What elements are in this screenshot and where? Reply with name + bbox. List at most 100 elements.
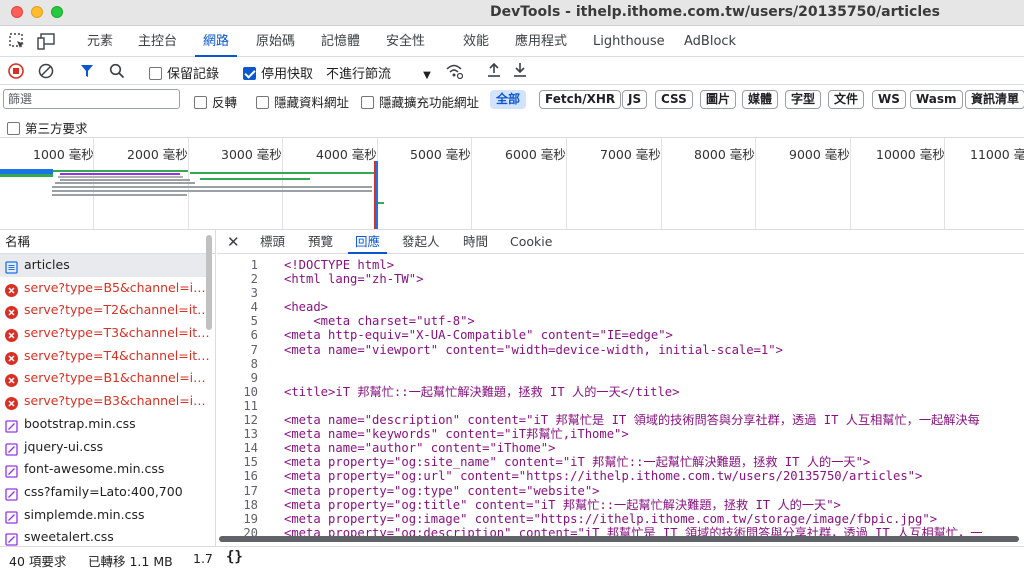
line-number: 2 [250,272,258,287]
response-code-view[interactable]: 1 <!DOCTYPE html> 2 <html lang="zh-TW"> 3 4 <h… [217,258,1024,536]
request-name: serve?type=T3&channel=itho… [24,325,210,341]
window-title: DevTools - ithelp.ithome.com.tw/users/20… [490,4,940,20]
tab-timing[interactable]: 時間 [463,230,488,254]
hide-data-urls-label: 隱藏資料網址 [274,95,350,110]
clear-icon[interactable] [38,63,54,82]
hide-extension-urls-box[interactable] [361,96,374,109]
line-number: 8 [250,356,258,371]
hide-data-urls-box[interactable] [256,96,269,109]
code-horizontal-scrollbar[interactable] [217,535,1024,543]
filter-type-media[interactable]: 媒體 [742,90,779,109]
tab-network[interactable]: 網路 [195,26,238,57]
code-line: 3 [217,286,1024,300]
hide-data-urls-checkbox[interactable]: 隱藏資料網址 [256,92,349,111]
throttle-select[interactable]: 不進行節流 ▼ [326,63,431,82]
request-row[interactable]: serve?type=T4&channel=itho… [0,345,210,368]
code-line: 16 <meta property="og:url" content="https… [217,469,1024,483]
disable-cache-checkbox[interactable]: 停用快取 [243,63,313,82]
tab-cookies[interactable]: Cookie [510,230,552,254]
request-list-scrollbar[interactable] [206,235,212,330]
filter-type-font[interactable]: 字型 [785,90,822,109]
tab-elements[interactable]: 元素 [87,26,113,57]
request-row[interactable]: font-awesome.min.css [0,458,210,481]
filter-type-manifest[interactable]: 資訊清單 [965,90,1024,109]
tab-sources[interactable]: 原始碼 [256,26,295,57]
line-text: <meta property="og:title" content="iT 邦幫… [284,497,841,512]
line-text: <meta name="author" content="iThome"> [284,441,556,456]
code-scroll-thumb[interactable] [219,536,1019,542]
timeline-bar [60,179,190,181]
record-stop-icon[interactable] [8,63,24,82]
request-row[interactable]: serve?type=B1&channel=itho… [0,367,210,390]
tab-response[interactable]: 回應 [348,230,388,254]
tab-adblock[interactable]: AdBlock [684,26,736,57]
line-text: <!DOCTYPE html> [284,258,395,272]
stylesheet-icon [5,509,18,524]
timeline-tick-label: 2000 毫秒 [127,147,188,162]
request-row[interactable]: articles [0,254,210,277]
timeline-overview[interactable]: 1000 毫秒 2000 毫秒 3000 毫秒 4000 毫秒 5000 毫秒 … [0,138,1024,230]
request-row[interactable]: sweetalert.css [0,526,210,546]
filter-type-wasm[interactable]: Wasm [910,90,963,109]
network-conditions-icon[interactable] [445,63,464,82]
filter-type-js[interactable]: JS [622,90,648,109]
invert-checkbox[interactable]: 反轉 [194,92,237,111]
disable-cache-box[interactable] [243,67,256,80]
tab-lighthouse[interactable]: Lighthouse [593,26,665,57]
dom-content-loaded-line [376,161,378,229]
tab-preview[interactable]: 預覽 [308,230,333,254]
request-row[interactable]: simplemde.min.css [0,504,210,527]
search-icon[interactable] [109,63,125,82]
request-name: font-awesome.min.css [24,461,165,477]
request-row[interactable]: css?family=Lato:400,700 [0,481,210,504]
filter-type-css[interactable]: CSS [655,90,693,109]
tab-application[interactable]: 應用程式 [515,26,567,57]
pretty-print-button[interactable]: {} [226,549,243,565]
filter-type-fetch-xhr[interactable]: Fetch/XHR [539,90,622,109]
window-title-bar: DevTools - ithelp.ithome.com.tw/users/20… [0,0,1024,26]
invert-label: 反轉 [212,95,238,110]
filter-type-doc[interactable]: 文件 [828,90,865,109]
zoom-window-button[interactable] [51,6,63,18]
tab-security[interactable]: 安全性 [386,26,425,57]
minimize-window-button[interactable] [31,6,43,18]
tab-console[interactable]: 主控台 [138,26,177,57]
filter-type-ws[interactable]: WS [872,90,906,109]
code-line: 2 <html lang="zh-TW"> [217,272,1024,286]
filter-type-img[interactable]: 圖片 [700,90,737,109]
request-row[interactable]: bootstrap.min.css [0,413,210,436]
request-list-header[interactable]: 名稱 [0,230,215,254]
tab-initiator[interactable]: 發起人 [402,230,440,254]
inspect-element-icon[interactable] [9,33,26,53]
line-text: <meta property="og:url" content="https:/… [284,469,923,484]
tab-performance[interactable]: 效能 [463,26,489,57]
close-detail-icon[interactable]: ✕ [227,233,240,251]
upload-icon[interactable] [487,62,501,81]
stylesheet-icon [5,418,18,433]
code-line: 4 <head> [217,300,1024,314]
invert-box[interactable] [194,96,207,109]
request-row[interactable]: serve?type=T3&channel=itho… [0,322,210,345]
close-window-button[interactable] [11,6,23,18]
line-text: <meta property="og:image" content="https… [284,511,938,526]
timeline-bar [200,178,310,180]
tab-headers[interactable]: 標頭 [260,230,285,254]
tab-memory[interactable]: 記憶體 [321,26,360,57]
third-party-checkbox[interactable]: 第三方要求 [7,118,88,137]
request-row[interactable]: serve?type=B5&channel=itho… [0,277,210,300]
filter-type-all[interactable]: 全部 [490,90,527,109]
timeline-bar [60,173,180,175]
preserve-log-checkbox[interactable]: 保留記錄 [149,63,219,82]
hide-extension-urls-checkbox[interactable]: 隱藏擴充功能網址 [361,92,479,111]
download-icon[interactable] [513,62,527,81]
error-icon [5,304,18,320]
device-toolbar-icon[interactable] [37,33,56,53]
filter-icon[interactable] [80,64,94,81]
request-row[interactable]: serve?type=B3&channel=itho… [0,390,210,413]
third-party-box[interactable] [7,122,20,135]
filter-input[interactable]: 篩選 [3,89,180,109]
preserve-log-box[interactable] [149,67,162,80]
line-number: 7 [250,342,258,357]
request-row[interactable]: jquery-ui.css [0,436,210,459]
request-row[interactable]: serve?type=T2&channel=itho… [0,299,210,322]
